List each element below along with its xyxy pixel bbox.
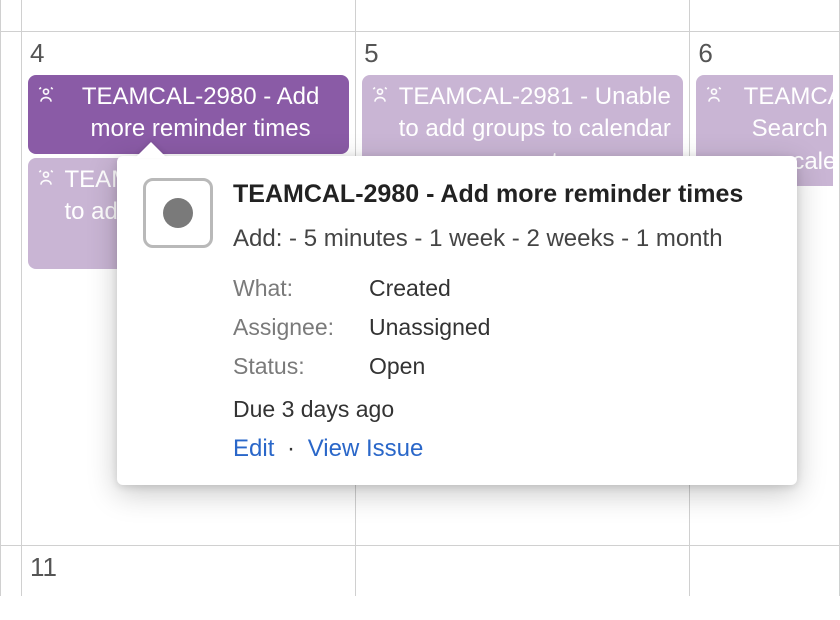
popover-fields: What: Created Assignee: Unassigned Statu…	[233, 269, 771, 386]
field-value: Created	[369, 269, 451, 308]
separator: ·	[287, 435, 295, 462]
calendar-day-cell-11[interactable]: 11	[22, 546, 356, 596]
calendar-week-row: 11	[0, 546, 840, 596]
calendar-gutter-cell	[0, 546, 22, 596]
calendar-event-icon	[370, 85, 390, 105]
calendar-event-icon	[36, 85, 56, 105]
issue-type-icon	[143, 178, 213, 248]
calendar-header-row	[0, 0, 840, 32]
day-number: 4	[28, 36, 349, 75]
day-number: 11	[28, 550, 349, 589]
calendar-event-icon	[704, 85, 724, 105]
event-popover: TEAMCAL-2980 - Add more reminder times A…	[117, 156, 797, 485]
calendar-event-title: TEAMCAL-2980 - Add more reminder times	[62, 81, 339, 146]
calendar-day-cell[interactable]	[356, 546, 690, 596]
field-row-assignee: Assignee: Unassigned	[233, 308, 771, 347]
calendar-header-cell	[22, 0, 356, 32]
field-label: Assignee:	[233, 308, 363, 347]
calendar-gutter-cell	[0, 0, 22, 32]
popover-description: Add: - 5 minutes - 1 week - 2 weeks - 1 …	[233, 222, 771, 257]
calendar-gutter-cell	[0, 32, 22, 546]
field-label: Status:	[233, 347, 363, 386]
dot-icon	[163, 198, 193, 228]
popover-actions: Edit · View Issue	[233, 435, 771, 463]
field-row-what: What: Created	[233, 269, 771, 308]
field-row-status: Status: Open	[233, 347, 771, 386]
popover-title: TEAMCAL-2980 - Add more reminder times	[233, 178, 771, 212]
view-issue-link[interactable]: View Issue	[308, 435, 424, 462]
calendar-day-cell[interactable]	[690, 546, 840, 596]
day-number: 6	[696, 36, 833, 75]
calendar-event-teamcal-2980[interactable]: TEAMCAL-2980 - Add more reminder times	[28, 75, 349, 154]
field-value: Unassigned	[369, 308, 490, 347]
popover-due: Due 3 days ago	[233, 396, 771, 423]
calendar-header-cell	[690, 0, 840, 32]
day-number: 5	[362, 36, 683, 75]
field-label: What:	[233, 269, 363, 308]
field-value: Open	[369, 347, 425, 386]
edit-link[interactable]: Edit	[233, 435, 274, 462]
calendar-event-icon	[36, 168, 56, 188]
calendar-header-cell	[356, 0, 690, 32]
